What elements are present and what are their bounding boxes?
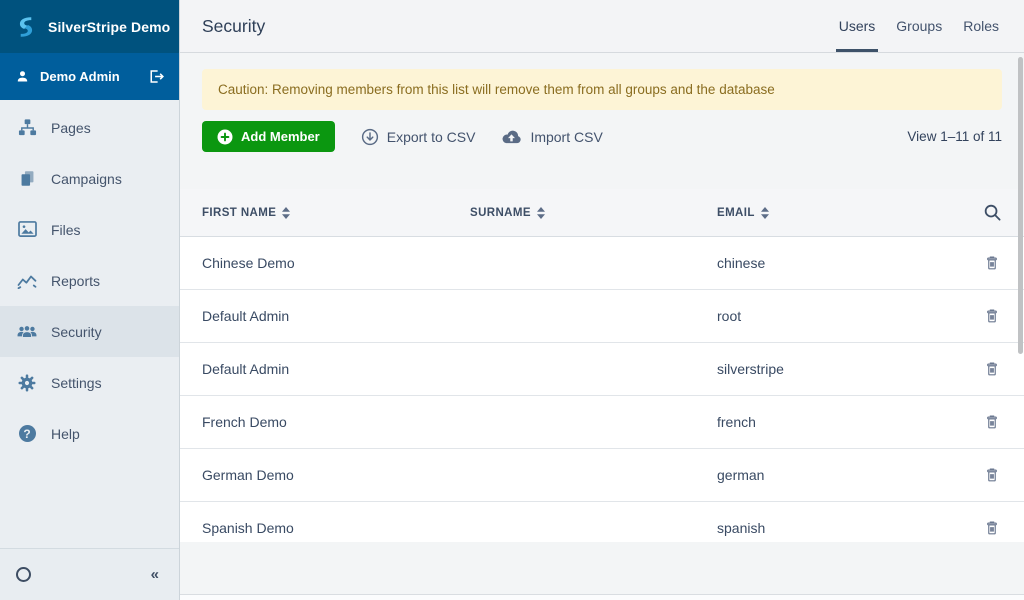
table-search-button[interactable] [981, 201, 1004, 224]
first-name-cell: French Demo [202, 414, 470, 430]
sidebar-item-campaigns[interactable]: Campaigns [0, 153, 179, 204]
trash-icon [983, 307, 1001, 325]
content-area: Caution: Removing members from this list… [180, 53, 1024, 152]
sort-icon [282, 207, 290, 219]
email-cell: french [717, 414, 960, 430]
column-header-first-name[interactable]: FIRST NAME [202, 207, 470, 219]
download-circle-icon [361, 128, 379, 146]
delete-member-button[interactable] [981, 464, 1003, 486]
question-circle-icon [19, 425, 36, 442]
user-name: Demo Admin [40, 69, 120, 84]
app-title: SilverStripe Demo [48, 19, 170, 35]
status-circle-icon [16, 567, 31, 582]
first-name-cell: Default Admin [202, 361, 470, 377]
sidebar-item-label: Reports [51, 273, 100, 289]
sidebar-item-label: Help [51, 426, 80, 442]
add-member-button[interactable]: Add Member [202, 121, 335, 152]
stacked-pages-icon [17, 169, 37, 188]
sidebar-nav: Pages Campaigns Files [0, 100, 179, 548]
caution-banner: Caution: Removing members from this list… [202, 69, 1002, 110]
delete-member-button[interactable] [981, 358, 1003, 380]
trash-icon [983, 360, 1001, 378]
user-icon [15, 69, 30, 84]
export-csv-label: Export to CSV [387, 129, 476, 145]
table-row[interactable]: German Demo german [180, 449, 1024, 502]
sidebar: SilverStripe Demo Demo Admin Pages [0, 0, 180, 600]
first-name-cell: Spanish Demo [202, 520, 470, 536]
sidebar-item-label: Files [51, 222, 81, 238]
sidebar-item-settings[interactable]: Settings [0, 357, 179, 408]
sidebar-item-help[interactable]: Help [0, 408, 179, 459]
import-csv-label: Import CSV [530, 129, 602, 145]
trash-icon [983, 254, 1001, 272]
table-body: Chinese Demo chinese Default Admin root … [180, 237, 1024, 542]
trash-icon [983, 413, 1001, 431]
first-name-cell: Chinese Demo [202, 255, 470, 271]
sidebar-item-pages[interactable]: Pages [0, 102, 179, 153]
image-icon [17, 221, 37, 238]
toolbar: Add Member Export to CSV [202, 121, 1002, 152]
email-cell: root [717, 308, 960, 324]
tab-roles[interactable]: Roles [960, 0, 1002, 52]
trash-icon [983, 519, 1001, 537]
sitemap-icon [17, 118, 37, 137]
sidebar-item-files[interactable]: Files [0, 204, 179, 255]
user-profile[interactable]: Demo Admin [0, 53, 179, 100]
main-header: Security Users Groups Roles [180, 0, 1024, 53]
sidebar-collapse-button[interactable]: « [147, 563, 163, 586]
delete-member-button[interactable] [981, 411, 1003, 433]
table-row[interactable]: Spanish Demo spanish [180, 502, 1024, 542]
table-row[interactable]: Default Admin silverstripe [180, 343, 1024, 396]
add-member-label: Add Member [241, 129, 320, 144]
import-csv-button[interactable]: Import CSV [501, 129, 602, 145]
sidebar-item-security[interactable]: Security [0, 306, 179, 357]
sort-icon [761, 207, 769, 219]
cloud-upload-icon [501, 129, 522, 145]
sidebar-item-label: Pages [51, 120, 91, 136]
table-row[interactable]: Default Admin root [180, 290, 1024, 343]
column-header-email[interactable]: EMAIL [717, 207, 960, 219]
pagination-info: View 1–11 of 11 [907, 129, 1002, 144]
tab-bar: Users Groups Roles [836, 0, 1002, 52]
tab-users[interactable]: Users [836, 0, 879, 52]
sidebar-item-label: Campaigns [51, 171, 122, 187]
bottom-divider [180, 594, 1024, 600]
sidebar-item-label: Security [51, 324, 102, 340]
delete-member-button[interactable] [981, 252, 1003, 274]
first-name-cell: Default Admin [202, 308, 470, 324]
sidebar-item-label: Settings [51, 375, 102, 391]
search-icon [983, 203, 1002, 222]
tab-groups[interactable]: Groups [893, 0, 945, 52]
table-row[interactable]: French Demo french [180, 396, 1024, 449]
email-cell: silverstripe [717, 361, 960, 377]
export-csv-button[interactable]: Export to CSV [361, 128, 476, 146]
line-chart-icon [17, 273, 37, 289]
page-title: Security [202, 16, 265, 37]
first-name-cell: German Demo [202, 467, 470, 483]
column-header-surname[interactable]: SURNAME [470, 207, 717, 219]
table-row[interactable]: Chinese Demo chinese [180, 237, 1024, 290]
table-header-row: FIRST NAME SURNAME EMAIL [180, 189, 1024, 237]
main-panel: Security Users Groups Roles Caution: Rem… [180, 0, 1024, 600]
vertical-scrollbar[interactable] [1018, 57, 1023, 354]
delete-member-button[interactable] [981, 305, 1003, 327]
plus-circle-icon [217, 129, 233, 145]
trash-icon [983, 466, 1001, 484]
people-group-icon [17, 324, 37, 340]
sidebar-footer: « [0, 548, 179, 600]
members-table: FIRST NAME SURNAME EMAIL [180, 189, 1024, 542]
delete-member-button[interactable] [981, 517, 1003, 539]
sort-icon [537, 207, 545, 219]
sidebar-item-reports[interactable]: Reports [0, 255, 179, 306]
silverstripe-logo-icon [13, 14, 39, 40]
email-cell: spanish [717, 520, 960, 536]
gear-icon [17, 374, 37, 392]
logout-button[interactable] [147, 68, 164, 85]
email-cell: german [717, 467, 960, 483]
email-cell: chinese [717, 255, 960, 271]
app-logo[interactable]: SilverStripe Demo [0, 0, 179, 53]
